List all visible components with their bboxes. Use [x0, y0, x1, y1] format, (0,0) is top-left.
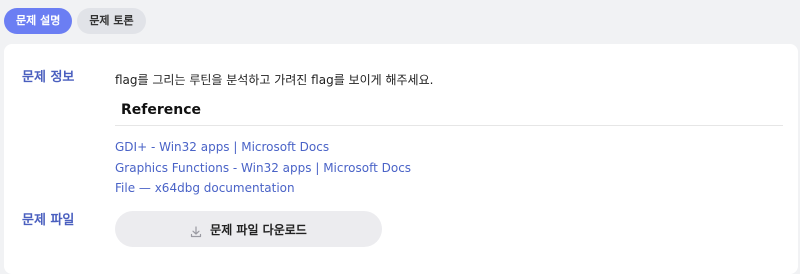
- problem-description: flag를 그리는 루틴을 분석하고 가려진 flag를 보이게 해주세요.: [115, 73, 434, 87]
- problem-info-label: 문제 정보: [22, 70, 75, 85]
- reference-link-x64dbg[interactable]: File — x64dbg documentation: [115, 178, 411, 199]
- reference-heading: Reference: [121, 102, 202, 118]
- tab-discussion[interactable]: 문제 토론: [77, 8, 146, 34]
- download-file-button[interactable]: 문제 파일 다운로드: [115, 211, 382, 247]
- reference-divider: [115, 125, 783, 126]
- download-file-label: 문제 파일 다운로드: [210, 222, 307, 237]
- problem-tabs: 문제 설명 문제 토론: [4, 8, 146, 34]
- reference-list: GDI+ - Win32 apps | Microsoft Docs Graph…: [115, 137, 411, 199]
- problem-file-label: 문제 파일: [22, 213, 75, 228]
- reference-link-graphics-functions[interactable]: Graphics Functions - Win32 apps | Micros…: [115, 158, 411, 179]
- download-icon: [190, 223, 202, 238]
- reference-link-gdiplus[interactable]: GDI+ - Win32 apps | Microsoft Docs: [115, 137, 411, 158]
- tab-description[interactable]: 문제 설명: [4, 8, 73, 34]
- problem-card: 문제 정보 flag를 그리는 루틴을 분석하고 가려진 flag를 보이게 해…: [4, 44, 798, 274]
